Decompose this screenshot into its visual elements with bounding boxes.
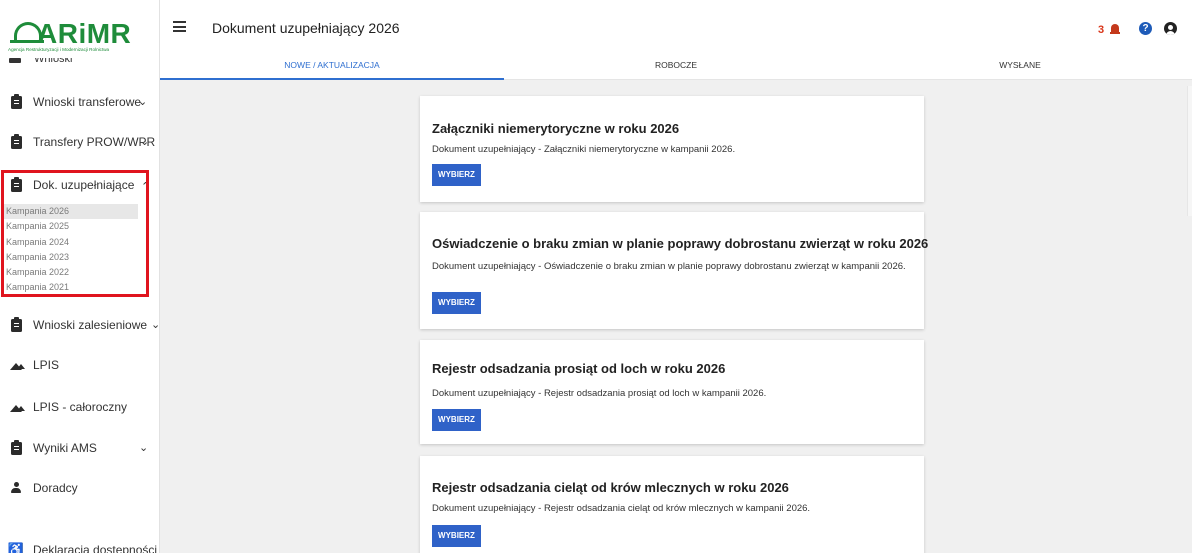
sidebar-item-transfery[interactable]: Transfery PROW/WPR ⌄ <box>0 131 159 155</box>
sidebar-item-label: Deklaracja dostępności <box>33 543 158 553</box>
sidebar-item-label: Dok. uzupełniające <box>33 178 135 192</box>
submenu-item-kampania-2021[interactable]: Kampania 2021 <box>4 280 138 295</box>
clipboard-icon <box>9 133 23 149</box>
clipboard-icon <box>9 58 21 63</box>
sidebar-item-label: LPIS - całoroczny <box>33 400 128 414</box>
clipboard-icon <box>9 176 23 192</box>
top-bar: Dokument uzupełniający 2026 3 ? <box>160 0 1192 58</box>
document-card: Załączniki niemerytoryczne w roku 2026 D… <box>420 96 924 202</box>
tab-wyslane[interactable]: WYSŁANE <box>848 58 1192 80</box>
select-button[interactable]: WYBIERZ <box>432 292 481 314</box>
page-title: Dokument uzupełniający 2026 <box>212 20 400 36</box>
tab-nowe-aktualizacja[interactable]: NOWE / AKTUALIZACJA <box>160 58 504 80</box>
tabs: NOWE / AKTUALIZACJA ROBOCZE WYSŁANE <box>160 58 1192 80</box>
sidebar-item-label: Doradcy <box>33 481 78 495</box>
sidebar-item-lpis[interactable]: LPIS <box>0 354 159 378</box>
submenu-item-kampania-2026[interactable]: Kampania 2026 <box>4 204 138 220</box>
submenu-item-kampania-2023[interactable]: Kampania 2023 <box>4 250 138 265</box>
select-button[interactable]: WYBIERZ <box>432 525 481 547</box>
document-card: Oświadczenie o braku zmian w planie popr… <box>420 212 928 329</box>
person-icon <box>9 481 23 495</box>
card-title: Oświadczenie o braku zmian w planie popr… <box>432 236 929 251</box>
sidebar-item-label: Wyniki AMS <box>33 441 97 455</box>
card-title: Rejestr odsadzania prosiąt od loch w rok… <box>432 361 726 376</box>
bell-icon[interactable] <box>1110 23 1120 35</box>
submenu-item-kampania-2024[interactable]: Kampania 2024 <box>4 235 138 250</box>
clipboard-icon <box>9 439 23 455</box>
clipboard-icon <box>9 316 23 332</box>
card-title: Załączniki niemerytoryczne w roku 2026 <box>432 121 680 136</box>
user-account-icon[interactable] <box>1164 22 1177 35</box>
help-icon[interactable]: ? <box>1139 22 1152 35</box>
document-card: Rejestr odsadzania cieląt od krów mleczn… <box>420 456 924 553</box>
mountain-icon <box>9 400 25 414</box>
logo-subtitle: Agencja Restrukturyzacji i Modernizacji … <box>8 47 110 52</box>
sidebar-item-dok-uzupelniajace[interactable]: Dok. uzupełniające ⌃ <box>0 174 159 198</box>
sidebar-item-label: LPIS <box>33 358 60 372</box>
chevron-down-icon: ⌄ <box>139 442 149 454</box>
chevron-up-icon: ⌃ <box>141 181 151 193</box>
sidebar: Wnioski ARiMR Agencja Restrukturyzacji i… <box>0 0 160 553</box>
sidebar-item-lpis-caloroczny[interactable]: LPIS - całoroczny <box>0 396 159 420</box>
submenu-item-kampania-2025[interactable]: Kampania 2025 <box>4 219 138 234</box>
card-description: Dokument uzupełniający - Oświadczenie o … <box>432 261 906 272</box>
chevron-down-icon: ⌄ <box>140 136 150 148</box>
hamburger-menu-icon[interactable] <box>173 21 186 32</box>
sidebar-item-wnioski-transferowe[interactable]: Wnioski transferowe ⌄ <box>0 91 159 115</box>
notification-count[interactable]: 3 <box>1098 24 1104 36</box>
select-button[interactable]: WYBIERZ <box>432 409 481 431</box>
mountain-icon <box>9 358 25 372</box>
sidebar-item-label: Wnioski zalesieniowe <box>33 318 148 332</box>
tab-robocze[interactable]: ROBOCZE <box>504 58 848 80</box>
clipboard-icon <box>9 93 23 109</box>
card-title: Rejestr odsadzania cieląt od krów mleczn… <box>432 480 789 495</box>
submenu-item-kampania-2022[interactable]: Kampania 2022 <box>4 265 138 280</box>
sidebar-item-label: Wnioski transferowe <box>33 95 142 109</box>
sidebar-item-wnioski-zalesieniowe[interactable]: Wnioski zalesieniowe ⌄ <box>0 314 160 338</box>
sidebar-item-label: Transfery PROW/WPR <box>33 135 156 149</box>
document-card: Rejestr odsadzania prosiąt od loch w rok… <box>420 340 924 444</box>
submenu-kampanie: Kampania 2026 Kampania 2025 Kampania 202… <box>4 204 138 296</box>
sidebar-item-wyniki-ams[interactable]: Wyniki AMS ⌄ <box>0 437 159 461</box>
sidebar-item-doradcy[interactable]: Doradcy <box>0 477 159 501</box>
card-description: Dokument uzupełniający - Załączniki niem… <box>432 144 736 155</box>
chevron-down-icon: ⌄ <box>151 319 160 331</box>
logo[interactable]: ARiMR Agencja Restrukturyzacji i Moderni… <box>0 0 159 58</box>
card-description: Dokument uzupełniający - Rejestr odsadza… <box>432 503 811 514</box>
select-button[interactable]: WYBIERZ <box>432 164 481 186</box>
card-description: Dokument uzupełniający - Rejestr odsadza… <box>432 388 767 399</box>
accessibility-icon: ♿ <box>7 542 25 553</box>
logo-text: ARiMR <box>37 18 132 49</box>
sidebar-item-deklaracja-dostepnosci[interactable]: ♿ Deklaracja dostępności <box>0 539 159 553</box>
chevron-down-icon: ⌄ <box>138 96 148 108</box>
scrollbar[interactable] <box>1187 86 1192 216</box>
